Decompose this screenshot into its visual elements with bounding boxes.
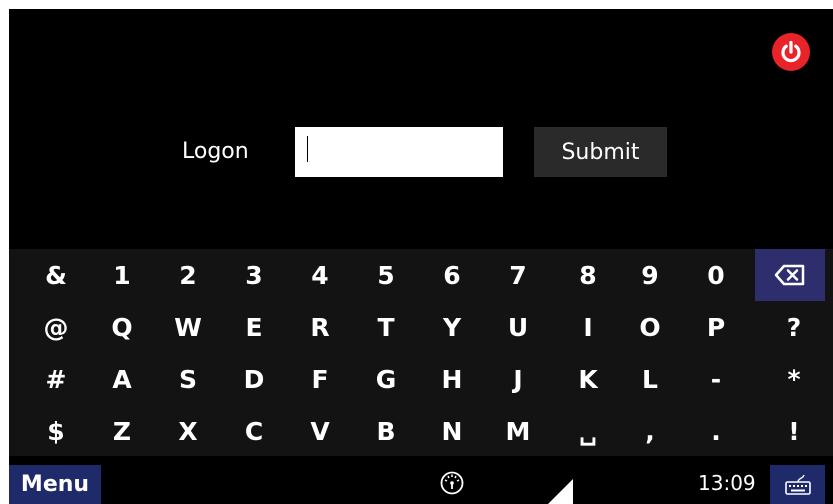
key[interactable]: $ — [23, 405, 89, 457]
key[interactable]: E — [221, 301, 287, 353]
key[interactable]: ! — [761, 405, 827, 457]
key[interactable]: 8 — [555, 249, 621, 301]
key[interactable]: S — [155, 353, 221, 405]
key[interactable]: U — [485, 301, 551, 353]
submit-button[interactable]: Submit — [534, 127, 667, 177]
key[interactable]: . — [683, 405, 749, 457]
key[interactable]: J — [485, 353, 551, 405]
key[interactable]: 5 — [353, 249, 419, 301]
key[interactable]: W — [155, 301, 221, 353]
key[interactable]: T — [353, 301, 419, 353]
key[interactable]: K — [555, 353, 621, 405]
key[interactable]: X — [155, 405, 221, 457]
keyboard-row-3: # A S D F G H J K L - * — [9, 353, 833, 405]
key[interactable]: & — [23, 249, 89, 301]
key[interactable]: A — [89, 353, 155, 405]
space-key[interactable]: ␣ — [555, 405, 621, 457]
key[interactable]: , — [617, 405, 683, 457]
key[interactable]: C — [221, 405, 287, 457]
key[interactable]: # — [23, 353, 89, 405]
key[interactable]: - — [683, 353, 749, 405]
key[interactable]: O — [617, 301, 683, 353]
key[interactable]: H — [419, 353, 485, 405]
key[interactable]: @ — [23, 301, 89, 353]
key[interactable]: 2 — [155, 249, 221, 301]
key[interactable]: Z — [89, 405, 155, 457]
key[interactable]: M — [485, 405, 551, 457]
keyboard-row-2: @ Q W E R T Y U I O P ? — [9, 301, 833, 353]
text-caret — [307, 136, 308, 162]
logon-label: Logon — [182, 139, 249, 164]
key[interactable]: Q — [89, 301, 155, 353]
key[interactable]: F — [287, 353, 353, 405]
on-screen-keyboard: & 1 2 3 4 5 6 7 8 9 0 @ Q W E R T Y U I … — [9, 249, 833, 456]
key[interactable]: P — [683, 301, 749, 353]
key[interactable]: I — [555, 301, 621, 353]
key[interactable]: V — [287, 405, 353, 457]
key[interactable]: 3 — [221, 249, 287, 301]
screen: Logon Submit & 1 2 3 4 5 6 7 8 9 0 @ Q W… — [9, 9, 833, 504]
key[interactable]: 7 — [485, 249, 551, 301]
taskbar: Menu 13:09 — [9, 465, 833, 504]
key[interactable]: ? — [761, 301, 827, 353]
keyboard-icon — [784, 474, 811, 495]
key[interactable]: D — [221, 353, 287, 405]
clock: 13:09 — [698, 471, 756, 495]
logon-input[interactable] — [295, 127, 503, 177]
power-button[interactable] — [772, 33, 810, 71]
backspace-key[interactable] — [755, 249, 825, 301]
keyboard-toggle-button[interactable] — [770, 465, 825, 504]
key[interactable]: Y — [419, 301, 485, 353]
key[interactable]: 6 — [419, 249, 485, 301]
power-icon — [781, 40, 801, 63]
key[interactable]: 1 — [89, 249, 155, 301]
keyboard-row-4: $ Z X C V B N M ␣ , . ! — [9, 405, 833, 457]
dashboard-icon[interactable] — [439, 470, 465, 496]
key[interactable]: 4 — [287, 249, 353, 301]
signal-icon — [548, 479, 573, 504]
key[interactable]: 9 — [617, 249, 683, 301]
key[interactable]: 0 — [683, 249, 749, 301]
menu-button[interactable]: Menu — [9, 465, 101, 504]
key[interactable]: * — [761, 353, 827, 405]
backspace-icon — [774, 264, 805, 286]
keyboard-row-1: & 1 2 3 4 5 6 7 8 9 0 — [9, 249, 833, 301]
key[interactable]: L — [617, 353, 683, 405]
key[interactable]: N — [419, 405, 485, 457]
key[interactable]: B — [353, 405, 419, 457]
key[interactable]: R — [287, 301, 353, 353]
key[interactable]: G — [353, 353, 419, 405]
